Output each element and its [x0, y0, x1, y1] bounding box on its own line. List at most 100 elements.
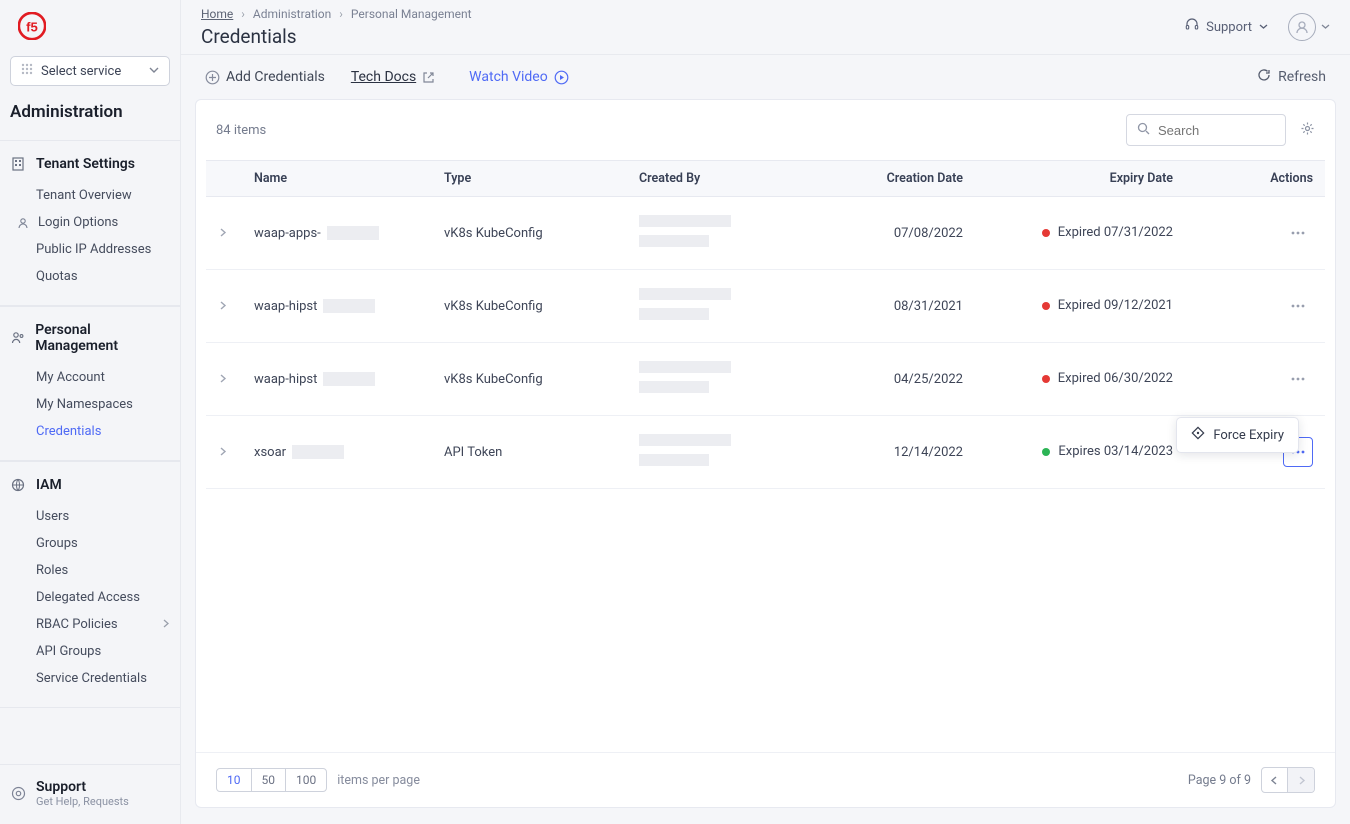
search-input[interactable] — [1158, 123, 1275, 138]
expand-row-button[interactable] — [218, 445, 227, 460]
expiry-text: Expired 09/12/2021 — [1058, 298, 1173, 313]
add-credentials-button[interactable]: Add Credentials — [205, 69, 325, 85]
table-row: xsoarAPI Token12/14/2022Expires 03/14/20… — [206, 416, 1325, 489]
redacted-text — [639, 288, 731, 300]
table-card: 84 items — [195, 99, 1336, 808]
sidebar-heading: Administration — [0, 98, 180, 140]
creation-date: 08/31/2021 — [827, 270, 975, 343]
items-count: 84 items — [216, 123, 266, 138]
credential-type: vK8s KubeConfig — [432, 197, 627, 270]
watch-video-link[interactable]: Watch Video — [469, 69, 569, 85]
chevron-down-icon — [149, 64, 159, 79]
expiry-text: Expired 06/30/2022 — [1058, 371, 1173, 386]
expand-row-button[interactable] — [218, 299, 227, 314]
sidebar-item-my-namespaces[interactable]: My Namespaces — [0, 391, 180, 418]
diamond-icon — [1191, 426, 1205, 444]
plus-circle-icon — [205, 70, 220, 85]
row-actions-button[interactable] — [1283, 364, 1313, 394]
support-title: Support — [36, 779, 129, 795]
sidebar-item-credentials[interactable]: Credentials — [0, 418, 180, 445]
chevron-right-icon — [241, 7, 245, 21]
credential-type: vK8s KubeConfig — [432, 270, 627, 343]
ellipsis-icon — [1291, 304, 1305, 308]
chevron-down-icon — [1259, 20, 1268, 35]
user-shield-icon — [16, 217, 30, 229]
user-menu[interactable] — [1288, 13, 1330, 41]
credential-type: vK8s KubeConfig — [432, 343, 627, 416]
sidebar-support[interactable]: Support Get Help, Requests — [0, 764, 180, 824]
credential-type: API Token — [432, 416, 627, 489]
page-size-selector: 10 50 100 — [216, 768, 327, 792]
sidebar-item-service-credentials[interactable]: Service Credentials — [0, 665, 180, 692]
redacted-text — [292, 445, 344, 459]
sidebar-item-public-ip[interactable]: Public IP Addresses — [0, 236, 180, 263]
refresh-button[interactable]: Refresh — [1257, 68, 1326, 86]
credential-name: waap-hipst — [254, 372, 317, 387]
sidebar-item-api-groups[interactable]: API Groups — [0, 638, 180, 665]
page-size-50[interactable]: 50 — [252, 769, 287, 791]
redacted-text — [639, 361, 731, 373]
sidebar-item-rbac-policies[interactable]: RBAC Policies — [0, 611, 180, 638]
items-per-page-label: items per page — [337, 773, 420, 788]
sidebar-item-tenant-overview[interactable]: Tenant Overview — [0, 182, 180, 209]
credential-name: xsoar — [254, 445, 286, 460]
sidebar-item-delegated-access[interactable]: Delegated Access — [0, 584, 180, 611]
redacted-text — [639, 215, 731, 227]
play-circle-icon — [554, 70, 569, 85]
tech-docs-link[interactable]: Tech Docs — [351, 69, 435, 85]
sidebar-item-login-options[interactable]: Login Options — [0, 209, 180, 236]
page-size-100[interactable]: 100 — [286, 769, 326, 791]
table-header-row: Name Type Created By Creation Date Expir… — [206, 161, 1325, 197]
sidebar-item-quotas[interactable]: Quotas — [0, 263, 180, 290]
select-service-dropdown[interactable]: Select service — [10, 56, 170, 86]
status-dot-icon — [1042, 375, 1050, 383]
page-info: Page 9 of 9 — [1188, 773, 1251, 788]
redacted-text — [639, 454, 709, 466]
support-dropdown[interactable]: Support — [1185, 18, 1268, 36]
breadcrumb-home[interactable]: Home — [201, 7, 233, 21]
creation-date: 04/25/2022 — [827, 343, 975, 416]
col-actions: Actions — [1185, 161, 1325, 197]
sidebar-item-my-account[interactable]: My Account — [0, 364, 180, 391]
expand-row-button[interactable] — [218, 226, 227, 241]
redacted-text — [639, 381, 709, 393]
breadcrumb-segment: Administration — [253, 7, 331, 21]
sidebar-item-users[interactable]: Users — [0, 503, 180, 530]
table-row: waap-hipstvK8s KubeConfig08/31/2021Expir… — [206, 270, 1325, 343]
status-dot-icon — [1042, 229, 1050, 237]
force-expiry-popover[interactable]: Force Expiry — [1176, 417, 1299, 453]
chevron-down-icon — [1321, 20, 1330, 35]
redacted-text — [323, 372, 375, 386]
creation-date: 07/08/2022 — [827, 197, 975, 270]
sidebar-item-groups[interactable]: Groups — [0, 530, 180, 557]
redacted-text — [639, 308, 709, 320]
redacted-text — [323, 299, 375, 313]
table-row: waap-apps-vK8s KubeConfig07/08/2022Expir… — [206, 197, 1325, 270]
refresh-icon — [1257, 68, 1271, 86]
page-size-10[interactable]: 10 — [217, 769, 252, 791]
col-type: Type — [432, 161, 627, 197]
prev-page-button[interactable] — [1262, 768, 1288, 792]
f5-logo-icon: f5 — [18, 12, 46, 40]
grid-icon — [21, 63, 33, 79]
lifebuoy-icon — [10, 786, 26, 801]
table-settings-button[interactable] — [1300, 121, 1315, 140]
page-title: Credentials — [201, 25, 472, 48]
sidebar-item-roles[interactable]: Roles — [0, 557, 180, 584]
credentials-table: Name Type Created By Creation Date Expir… — [206, 160, 1325, 489]
row-actions-button[interactable] — [1283, 291, 1313, 321]
credential-name: waap-apps- — [254, 226, 321, 241]
next-page-button[interactable] — [1288, 768, 1314, 792]
ellipsis-icon — [1291, 231, 1305, 235]
breadcrumb-segment: Personal Management — [351, 7, 472, 21]
topbar: Home Administration Personal Management … — [181, 0, 1350, 55]
external-link-icon — [422, 71, 435, 84]
expand-row-button[interactable] — [218, 372, 227, 387]
row-actions-button[interactable] — [1283, 218, 1313, 248]
table-footer: 10 50 100 items per page Page 9 of 9 — [196, 752, 1335, 807]
building-icon — [10, 157, 26, 171]
table-row: waap-hipst vK8s KubeConfig 04/25/2022 Expir… — [206, 343, 1325, 416]
group-title: Tenant Settings — [36, 156, 135, 172]
col-created-by: Created By — [627, 161, 827, 197]
search-input-wrapper — [1126, 114, 1286, 146]
